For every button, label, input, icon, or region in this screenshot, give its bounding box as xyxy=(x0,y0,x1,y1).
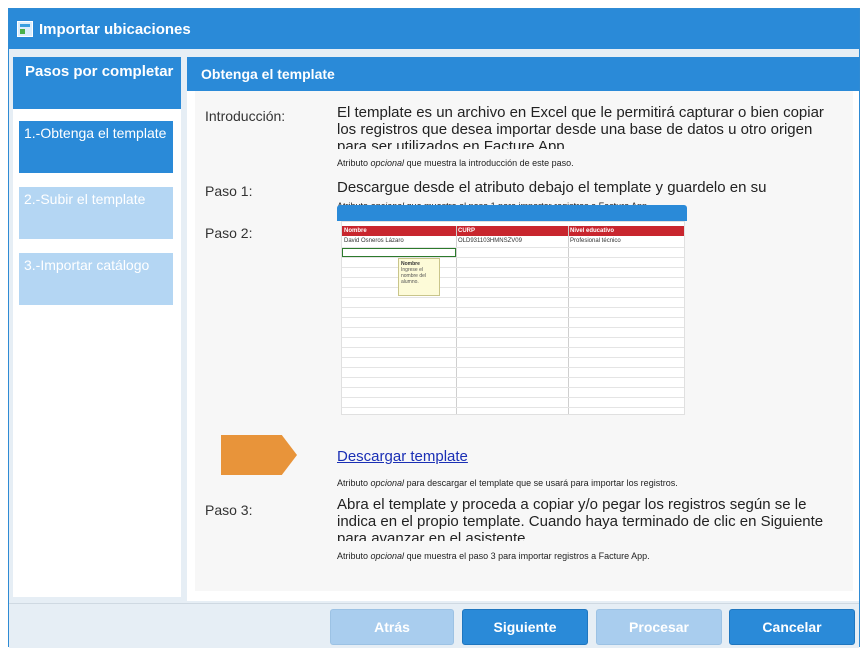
arrow-icon xyxy=(221,435,297,475)
sidebar-step-1[interactable]: 1.-Obtenga el template xyxy=(19,121,173,173)
content-header: Obtenga el template xyxy=(187,57,859,91)
step3-note: Atributo opcional que muestra el paso 3 … xyxy=(337,551,650,561)
sheet-header-cell: Nombre xyxy=(344,228,367,234)
template-preview: Nombre CURP Nivel educativo David Osnero… xyxy=(341,221,685,415)
spreadsheet-icon xyxy=(17,21,33,37)
sheet-header-row: Nombre CURP Nivel educativo xyxy=(342,226,684,236)
step2-note: Atributo opcional para descargar el temp… xyxy=(337,478,678,488)
step1-text: Descargue desde el atributo debajo el te… xyxy=(337,179,767,196)
intro-note: Atributo opcional que muestra la introdu… xyxy=(337,158,574,168)
sidebar-step-2[interactable]: 2.-Subir el template xyxy=(19,187,173,239)
sheet-cell: Profesional técnico xyxy=(570,238,621,244)
sidebar-step-3[interactable]: 3.-Importar catálogo xyxy=(19,253,173,305)
download-template-link[interactable]: Descargar template xyxy=(337,448,468,465)
intro-label: Introducción: xyxy=(205,108,286,124)
import-dialog: Importar ubicaciones Pasos por completar… xyxy=(8,8,860,648)
dialog-title: Importar ubicaciones xyxy=(39,20,191,38)
template-preview-bar xyxy=(337,205,687,221)
step3-text: Abra el template y proceda a copiar y/o … xyxy=(337,496,824,541)
next-button[interactable]: Siguiente xyxy=(462,609,588,645)
step3-label: Paso 3: xyxy=(205,502,253,518)
step2-label: Paso 2: xyxy=(205,225,253,241)
sheet-cell: OLD931103HMNSZV09 xyxy=(458,238,522,244)
step1-label: Paso 1: xyxy=(205,183,253,199)
cell-tooltip: Nombre Ingrese el nombre del alumno. xyxy=(398,258,440,296)
title-bar: Importar ubicaciones xyxy=(9,9,859,49)
selected-cell xyxy=(342,248,456,257)
sidebar-header: Pasos por completar xyxy=(13,57,181,109)
intro-text: El template es un archivo en Excel que l… xyxy=(337,104,824,149)
dialog-footer: Atrás Siguiente Procesar Cancelar xyxy=(9,603,859,648)
sheet-header-cell: Nivel educativo xyxy=(570,228,615,234)
content-body: Introducción: El template es un archivo … xyxy=(195,91,853,591)
process-button[interactable]: Procesar xyxy=(596,609,722,645)
content-panel: Obtenga el template Introducción: El tem… xyxy=(187,57,859,601)
sheet-header-cell: CURP xyxy=(458,228,476,234)
steps-sidebar: Pasos por completar 1.-Obtenga el templa… xyxy=(13,57,181,597)
back-button[interactable]: Atrás xyxy=(330,609,454,645)
sheet-cell: David Osneros Lázaro xyxy=(344,238,404,244)
cancel-button[interactable]: Cancelar xyxy=(729,609,855,645)
